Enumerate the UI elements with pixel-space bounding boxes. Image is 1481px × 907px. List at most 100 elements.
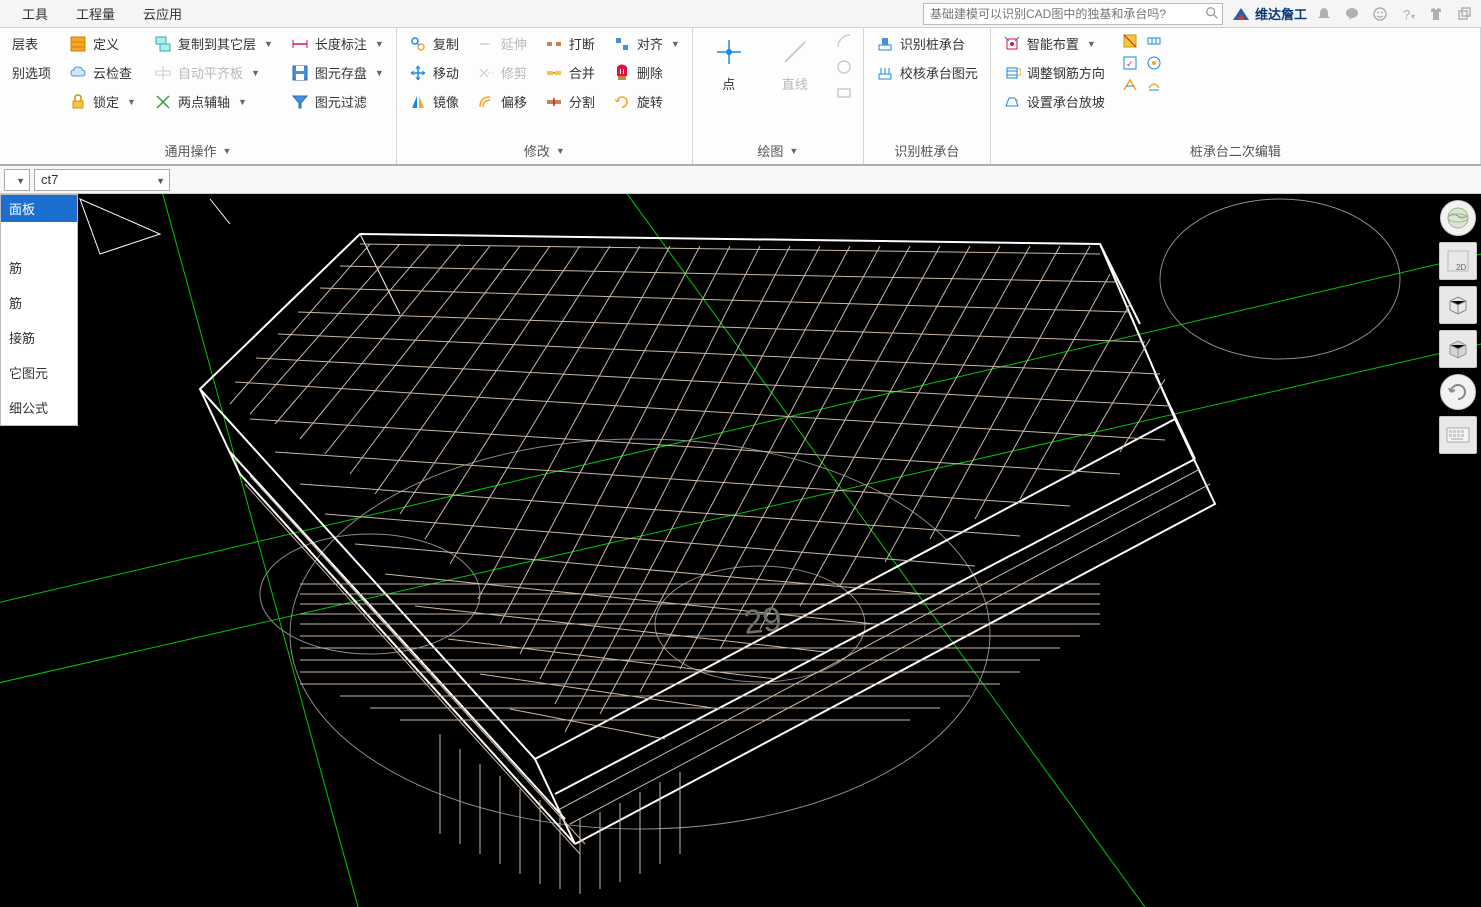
- point-button[interactable]: 点: [703, 32, 755, 97]
- lock-button[interactable]: 锁定 ▼: [67, 90, 138, 113]
- line-icon: [779, 36, 811, 68]
- cloud-icon: [69, 64, 87, 82]
- line-button[interactable]: 直线: [769, 32, 821, 97]
- cap-outline: [200, 234, 1215, 844]
- rotate-rebar-button[interactable]: 调整钢筋方向: [1001, 61, 1107, 84]
- chevron-down-icon: ▼: [1087, 39, 1096, 49]
- chevron-down-icon: ▼: [16, 176, 25, 186]
- chevron-down-icon: ▼: [264, 39, 273, 49]
- solid-tool[interactable]: [1439, 330, 1477, 368]
- workspace[interactable]: 29 面板 筋 筋 接筋 它图元 细公式 2D: [0, 194, 1481, 907]
- panel-item-3[interactable]: 它图元: [1, 355, 77, 390]
- search-input[interactable]: [923, 3, 1223, 25]
- side-panel: 面板 筋 筋 接筋 它图元 细公式: [0, 194, 78, 426]
- filter-element-button[interactable]: 图元过滤: [289, 90, 386, 113]
- merge-button[interactable]: 合并: [543, 61, 597, 84]
- combo-element[interactable]: ct7 ▼: [34, 169, 170, 191]
- small-icon-f[interactable]: [1145, 76, 1163, 94]
- options-button[interactable]: 别选项: [10, 61, 53, 84]
- user-label[interactable]: 维达詹工: [1231, 4, 1307, 23]
- two-point-axis-button[interactable]: 两点辅轴 ▼: [152, 90, 275, 113]
- extend-icon: [477, 35, 495, 53]
- group-label-modify: 修改▼: [407, 137, 682, 162]
- globe-tool[interactable]: [1440, 200, 1476, 236]
- menu-bar: 工具 工程量 云应用 维达詹工 ?▾: [0, 0, 1481, 28]
- canvas-3d[interactable]: 29: [0, 194, 1481, 907]
- layer-table-button[interactable]: 层表: [10, 32, 53, 55]
- rotate-view-tool[interactable]: [1440, 374, 1476, 410]
- length-dim-label: 长度标注: [315, 34, 367, 53]
- bell-icon[interactable]: [1315, 5, 1333, 23]
- small-icon-d[interactable]: [1145, 54, 1163, 72]
- help-icon[interactable]: ?▾: [1399, 5, 1417, 23]
- copy-to-layer-button[interactable]: 复制到其它层 ▼: [152, 32, 275, 55]
- options-label: 别选项: [12, 63, 51, 82]
- panel-item-4[interactable]: 细公式: [1, 390, 77, 425]
- menu-quantity[interactable]: 工程量: [62, 0, 129, 27]
- align-button[interactable]: 对齐 ▼: [611, 32, 682, 55]
- panel-item-0[interactable]: 筋: [1, 250, 77, 285]
- trim-button[interactable]: 修剪: [475, 61, 529, 84]
- ribbon-group-common: 层表 别选项 定义 云检查 锁定 ▼: [0, 28, 397, 164]
- rotate-label: 旋转: [637, 92, 663, 111]
- 2d-tool[interactable]: 2D: [1439, 242, 1477, 280]
- merge-icon: [545, 64, 563, 82]
- small-icon-e[interactable]: [1121, 76, 1139, 94]
- break-button[interactable]: 打断: [543, 32, 597, 55]
- define-button[interactable]: 定义: [67, 32, 138, 55]
- move-label: 移动: [433, 63, 459, 82]
- slope-icon: [1003, 93, 1021, 111]
- length-dim-button[interactable]: 长度标注 ▼: [289, 32, 386, 55]
- rect-icon[interactable]: [835, 84, 853, 102]
- dimension-icon: [291, 35, 309, 53]
- cloud-check-button[interactable]: 云检查: [67, 61, 138, 84]
- check-pile-button[interactable]: 校核承台图元: [874, 61, 980, 84]
- delete-button[interactable]: 删除: [611, 61, 682, 84]
- arc-icon[interactable]: [835, 32, 853, 50]
- panel-item-1[interactable]: 筋: [1, 285, 77, 320]
- chevron-down-icon: ▼: [251, 68, 260, 78]
- split-button[interactable]: 分割: [543, 90, 597, 113]
- delete-label: 删除: [637, 63, 663, 82]
- align-icon: [613, 35, 631, 53]
- combo-1[interactable]: ▼: [4, 169, 30, 191]
- copy-button[interactable]: 复制: [407, 32, 461, 55]
- smart-place-button[interactable]: 智能布置 ▼: [1001, 32, 1107, 55]
- chat-icon[interactable]: [1343, 5, 1361, 23]
- panel-item-2[interactable]: 接筋: [1, 320, 77, 355]
- face-icon[interactable]: [1371, 5, 1389, 23]
- mirror-button[interactable]: 镜像: [407, 90, 461, 113]
- chevron-down-icon: ▼: [127, 97, 136, 107]
- shirt-icon[interactable]: [1427, 5, 1445, 23]
- chevron-down-icon: ▼: [238, 97, 247, 107]
- ribbon-group-secondary: 智能布置 ▼ 调整钢筋方向 设置承台放坡 ✓: [991, 28, 1481, 164]
- save-element-label: 图元存盘: [315, 63, 367, 82]
- menu-tools[interactable]: 工具: [8, 0, 62, 27]
- small-icon-b[interactable]: [1145, 32, 1163, 50]
- save-element-button[interactable]: 图元存盘 ▼: [289, 61, 386, 84]
- offset-button[interactable]: 偏移: [475, 90, 529, 113]
- ribbon-group-modify: 复制 移动 镜像 延伸 修剪: [397, 28, 693, 164]
- save-cad-icon: [291, 64, 309, 82]
- wireframe-tool[interactable]: [1439, 286, 1477, 324]
- move-button[interactable]: 移动: [407, 61, 461, 84]
- align-h-icon: [154, 64, 172, 82]
- small-icon-a[interactable]: [1121, 32, 1139, 50]
- extend-button[interactable]: 延伸: [475, 32, 529, 55]
- side-panel-title[interactable]: 面板: [1, 195, 77, 222]
- titlebar-icons: ?▾: [1315, 5, 1473, 23]
- right-toolbar: 2D: [1435, 194, 1481, 460]
- recognize-pile-button[interactable]: 识别桩承台: [874, 32, 980, 55]
- svg-text:✓: ✓: [1126, 59, 1134, 69]
- rebar-bottom: [440, 734, 680, 894]
- auto-align-slab-button[interactable]: 自动平齐板 ▼: [152, 61, 275, 84]
- restore-icon[interactable]: [1455, 5, 1473, 23]
- small-icon-c[interactable]: ✓: [1121, 54, 1139, 72]
- circle-icon[interactable]: [835, 58, 853, 76]
- set-slope-button[interactable]: 设置承台放坡: [1001, 90, 1107, 113]
- search-icon[interactable]: [1205, 6, 1219, 20]
- ribbon-group-draw: 点 直线 绘图▼: [693, 28, 864, 164]
- menu-cloud[interactable]: 云应用: [129, 0, 196, 27]
- keyboard-tool[interactable]: [1439, 416, 1477, 454]
- rotate-button[interactable]: 旋转: [611, 90, 682, 113]
